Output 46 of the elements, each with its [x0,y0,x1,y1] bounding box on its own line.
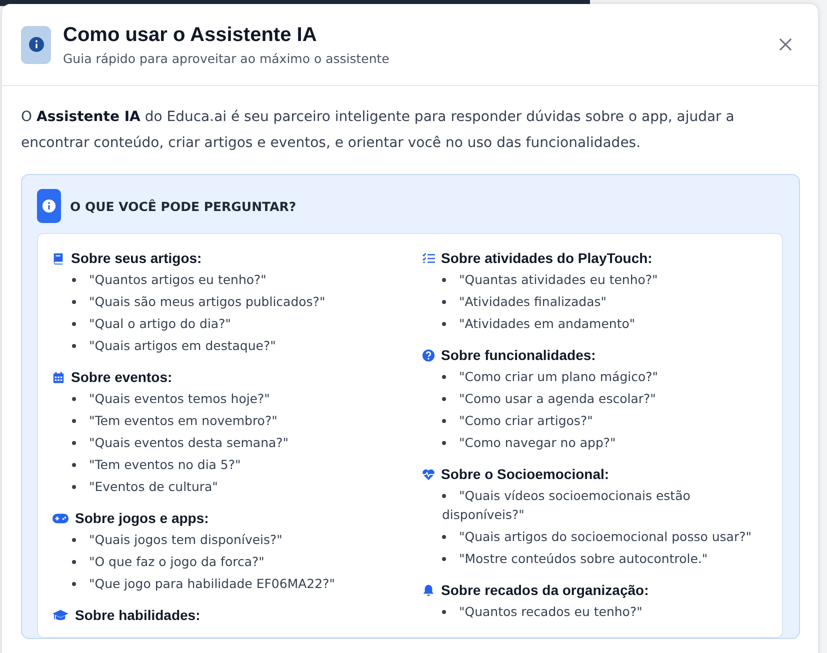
panel-title: O QUE VOCÊ PODE PERGUNTAR? [70,198,296,214]
book-icon [52,252,65,264]
example-question: "Quais jogos tem disponíveis?" [52,530,382,549]
section-title: Sobre jogos e apps: [75,510,209,526]
section-title: Sobre habilidades: [75,607,200,623]
section-title: Sobre recados da organização: [441,582,649,598]
example-question: "Atividades em andamento" [422,314,768,333]
checklist-icon [422,252,435,264]
example-question: "Quais artigos do socioemocional posso usar?" [422,527,768,546]
example-question: "Como criar artigos?" [422,411,768,430]
info-icon [37,189,61,223]
calendar-icon [52,370,65,384]
section-title: Sobre funcionalidades: [441,347,596,363]
example-question: "Tem eventos em novembro?" [52,411,382,430]
example-question: "Como navegar no app?" [422,433,768,452]
bell-icon [422,584,435,596]
example-question: "Quantos recados eu tenho?" [422,602,768,621]
section-title: Sobre atividades do PlayTouch: [441,250,652,266]
intro-paragraph: O Assistente IA do Educa.ai é seu parceiro inteligente para responder dúvidas sobre o app, ajudar a encontrar conteúdo, criar artigos e eventos, e orientar você no uso das funcionalidades. [21,108,736,153]
example-question: "Como criar um plano mágico?" [422,367,768,386]
question-icon [422,348,435,362]
example-question: "Quantos artigos eu tenho?" [52,270,382,289]
example-question: "Mostre conteúdos sobre autocontrole." [422,549,768,568]
example-question: "Atividades finalizadas" [422,292,768,311]
info-icon [21,26,51,64]
example-question: "O que faz o jogo da forca?" [52,552,382,571]
example-question: "Quais artigos em destaque?" [52,336,382,355]
example-question: "Quais eventos desta semana?" [52,433,382,452]
example-question: "Quantas atividades eu tenho?" [422,270,768,289]
example-question: "Qual o artigo do dia?" [52,314,382,333]
dialog-title: Como usar o Assistente IA [63,24,318,46]
dialog-subtitle: Guia rápido para aproveitar ao máximo o assistente [63,50,390,66]
example-question: "Como usar a agenda escolar?" [422,389,768,408]
section-title: Sobre eventos: [71,369,172,385]
example-question: "Quais são meus artigos publicados?" [52,292,382,311]
graduation-cap-icon [52,608,69,622]
gamepad-icon [52,512,69,524]
heartbeat-icon [422,468,435,480]
example-question: "Eventos de cultura" [52,477,382,496]
example-question: "Quais vídeos socioemocionais estão disponíveis?" [441,487,692,524]
example-question: "Tem eventos no dia 5?" [52,455,382,474]
example-question: "Que jogo para habilidade EF06MA22?" [52,574,382,593]
section-title: Sobre o Socioemocional: [441,466,610,482]
example-question: "Quais eventos temos hoje?" [52,389,382,408]
section-title: Sobre seus artigos: [71,250,202,266]
close-icon [779,38,792,51]
